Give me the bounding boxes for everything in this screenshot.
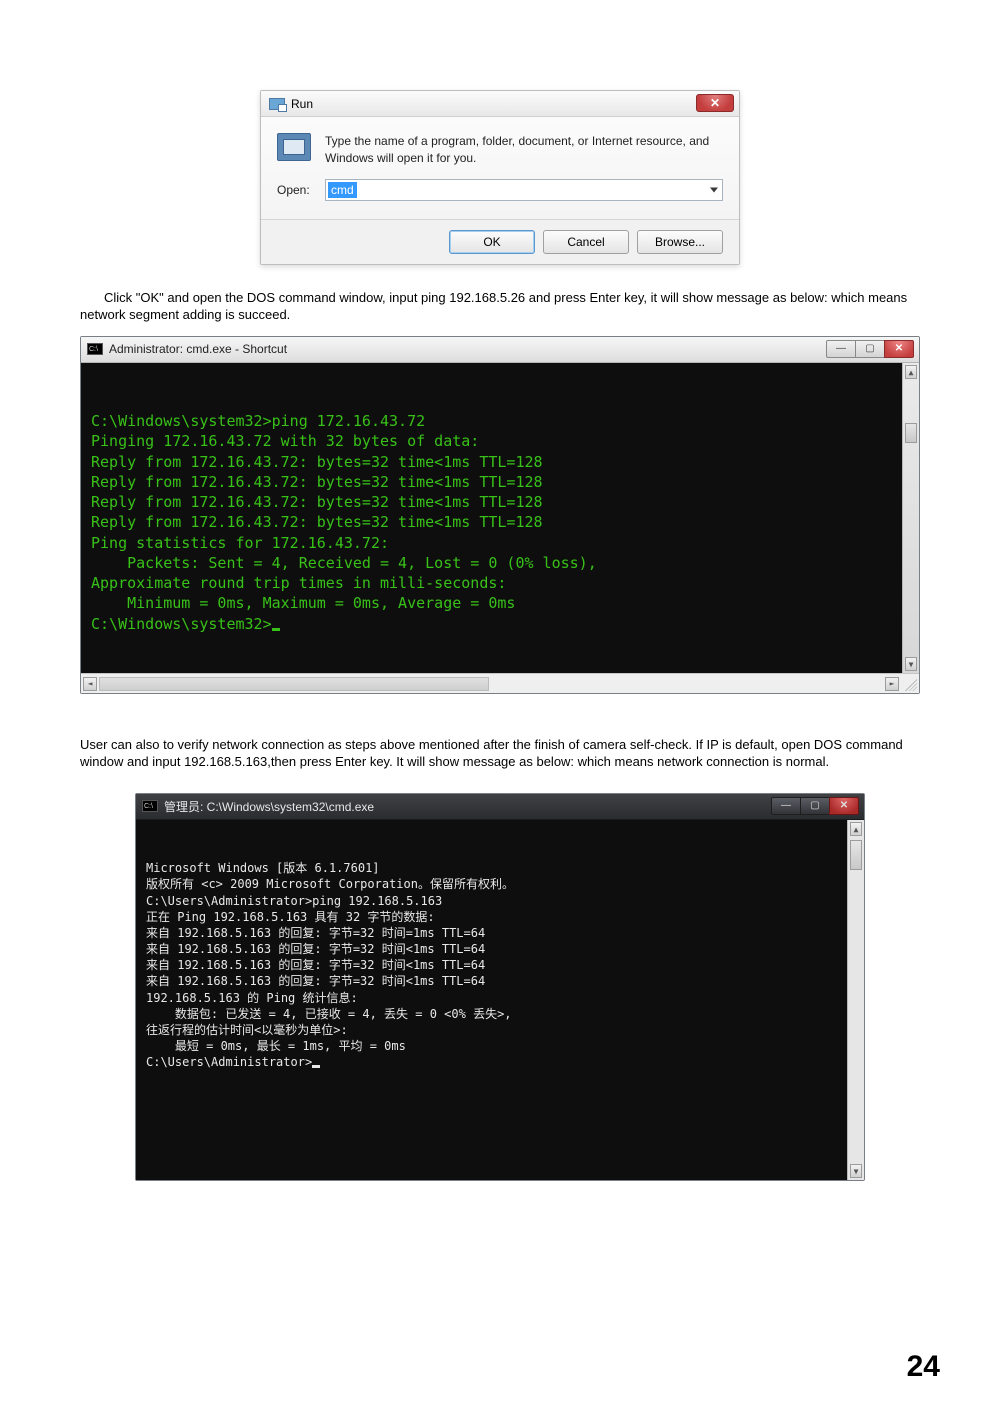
terminal-line: 版权所有 <c> 2009 Microsoft Corporation。保留所有…: [146, 876, 854, 892]
terminal-line: 正在 Ping 192.168.5.163 具有 32 字节的数据:: [146, 909, 854, 925]
cmd-title-2: 管理员: C:\Windows\system32\cmd.exe: [164, 798, 374, 815]
cmd-title: Administrator: cmd.exe - Shortcut: [109, 342, 287, 356]
run-dialog-title: Run: [291, 97, 313, 111]
hscroll-track[interactable]: [99, 677, 489, 691]
cmd-titlebar-2[interactable]: C:\ 管理员: C:\Windows\system32\cmd.exe — ▢…: [136, 794, 864, 820]
scroll-up-icon[interactable]: ▲: [905, 365, 917, 379]
terminal-line: Pinging 172.16.43.72 with 32 bytes of da…: [91, 431, 909, 451]
cmd-output[interactable]: C:\Windows\system32>ping 172.16.43.72Pin…: [81, 363, 919, 673]
scroll-down-icon[interactable]: ▼: [905, 657, 917, 671]
run-message: Type the name of a program, folder, docu…: [325, 133, 723, 167]
terminal-line: Reply from 172.16.43.72: bytes=32 time<1…: [91, 512, 909, 532]
cmd-output-2[interactable]: Microsoft Windows [版本 6.1.7601]版权所有 <c> …: [136, 820, 864, 1180]
maximize-button[interactable]: ▢: [855, 340, 885, 358]
scroll-down-icon[interactable]: ▼: [850, 1164, 862, 1178]
scroll-left-icon[interactable]: ◄: [83, 677, 97, 691]
terminal-line: 来自 192.168.5.163 的回复: 字节=32 时间<1ms TTL=6…: [146, 973, 854, 989]
terminal-line: 192.168.5.163 的 Ping 统计信息:: [146, 990, 854, 1006]
terminal-line: Approximate round trip times in milli-se…: [91, 573, 909, 593]
terminal-line: 来自 192.168.5.163 的回复: 字节=32 时间<1ms TTL=6…: [146, 957, 854, 973]
terminal-line: 数据包: 已发送 = 4, 已接收 = 4, 丢失 = 0 <0% 丢失>,: [146, 1006, 854, 1022]
minimize-button[interactable]: —: [826, 340, 856, 358]
terminal-line: C:\Windows\system32>: [91, 614, 909, 634]
terminal-line: Microsoft Windows [版本 6.1.7601]: [146, 860, 854, 876]
cancel-button[interactable]: Cancel: [543, 230, 629, 254]
open-combobox[interactable]: cmd: [325, 179, 723, 201]
cursor-icon: [312, 1065, 320, 1068]
paragraph-2: User can also to verify network connecti…: [80, 736, 920, 771]
open-label: Open:: [277, 183, 325, 197]
run-dialog: Run ✕ Type the name of a program, folder…: [260, 90, 740, 265]
scroll-up-icon[interactable]: ▲: [850, 822, 862, 836]
cmd-sysicon: C:\: [142, 800, 158, 812]
cmd-titlebar[interactable]: C:\ Administrator: cmd.exe - Shortcut — …: [81, 337, 919, 363]
run-dialog-titlebar[interactable]: Run ✕: [261, 91, 739, 117]
ok-button[interactable]: OK: [449, 230, 535, 254]
cmd-window-chinese: C:\ 管理员: C:\Windows\system32\cmd.exe — ▢…: [135, 793, 865, 1181]
chevron-down-icon[interactable]: [710, 187, 718, 192]
terminal-line: 往返行程的估计时间<以毫秒为单位>:: [146, 1022, 854, 1038]
terminal-line: C:\Users\Administrator>ping 192.168.5.16…: [146, 893, 854, 909]
run-close-button[interactable]: ✕: [696, 94, 734, 112]
terminal-line: 来自 192.168.5.163 的回复: 字节=32 时间=1ms TTL=6…: [146, 925, 854, 941]
terminal-line: Reply from 172.16.43.72: bytes=32 time<1…: [91, 452, 909, 472]
terminal-line: 最短 = 0ms, 最长 = 1ms, 平均 = 0ms: [146, 1038, 854, 1054]
terminal-line: 来自 192.168.5.163 的回复: 字节=32 时间<1ms TTL=6…: [146, 941, 854, 957]
maximize-button[interactable]: ▢: [800, 797, 830, 815]
horizontal-scrollbar[interactable]: ◄ ►: [81, 673, 919, 693]
scroll-right-icon[interactable]: ►: [885, 677, 899, 691]
close-button[interactable]: ✕: [829, 797, 859, 815]
terminal-line: C:\Users\Administrator>: [146, 1054, 854, 1070]
resize-grip-icon[interactable]: [905, 679, 917, 691]
cmd-window-english: C:\ Administrator: cmd.exe - Shortcut — …: [80, 336, 920, 694]
terminal-line: Reply from 172.16.43.72: bytes=32 time<1…: [91, 492, 909, 512]
paragraph-1: Click "OK" and open the DOS command wind…: [80, 289, 920, 324]
cursor-icon: [272, 628, 280, 631]
browse-button[interactable]: Browse...: [637, 230, 723, 254]
terminal-line: C:\Windows\system32>ping 172.16.43.72: [91, 411, 909, 431]
minimize-button[interactable]: —: [771, 797, 801, 815]
page-number: 24: [907, 1350, 940, 1384]
close-button[interactable]: ✕: [884, 340, 914, 358]
terminal-line: Packets: Sent = 4, Received = 4, Lost = …: [91, 553, 909, 573]
cmd-sysicon: C:\: [87, 343, 103, 355]
terminal-line: Reply from 172.16.43.72: bytes=32 time<1…: [91, 472, 909, 492]
program-icon: [277, 133, 311, 161]
open-value: cmd: [328, 182, 357, 198]
terminal-line: Minimum = 0ms, Maximum = 0ms, Average = …: [91, 593, 909, 613]
terminal-line: Ping statistics for 172.16.43.72:: [91, 533, 909, 553]
run-icon: [269, 98, 285, 110]
